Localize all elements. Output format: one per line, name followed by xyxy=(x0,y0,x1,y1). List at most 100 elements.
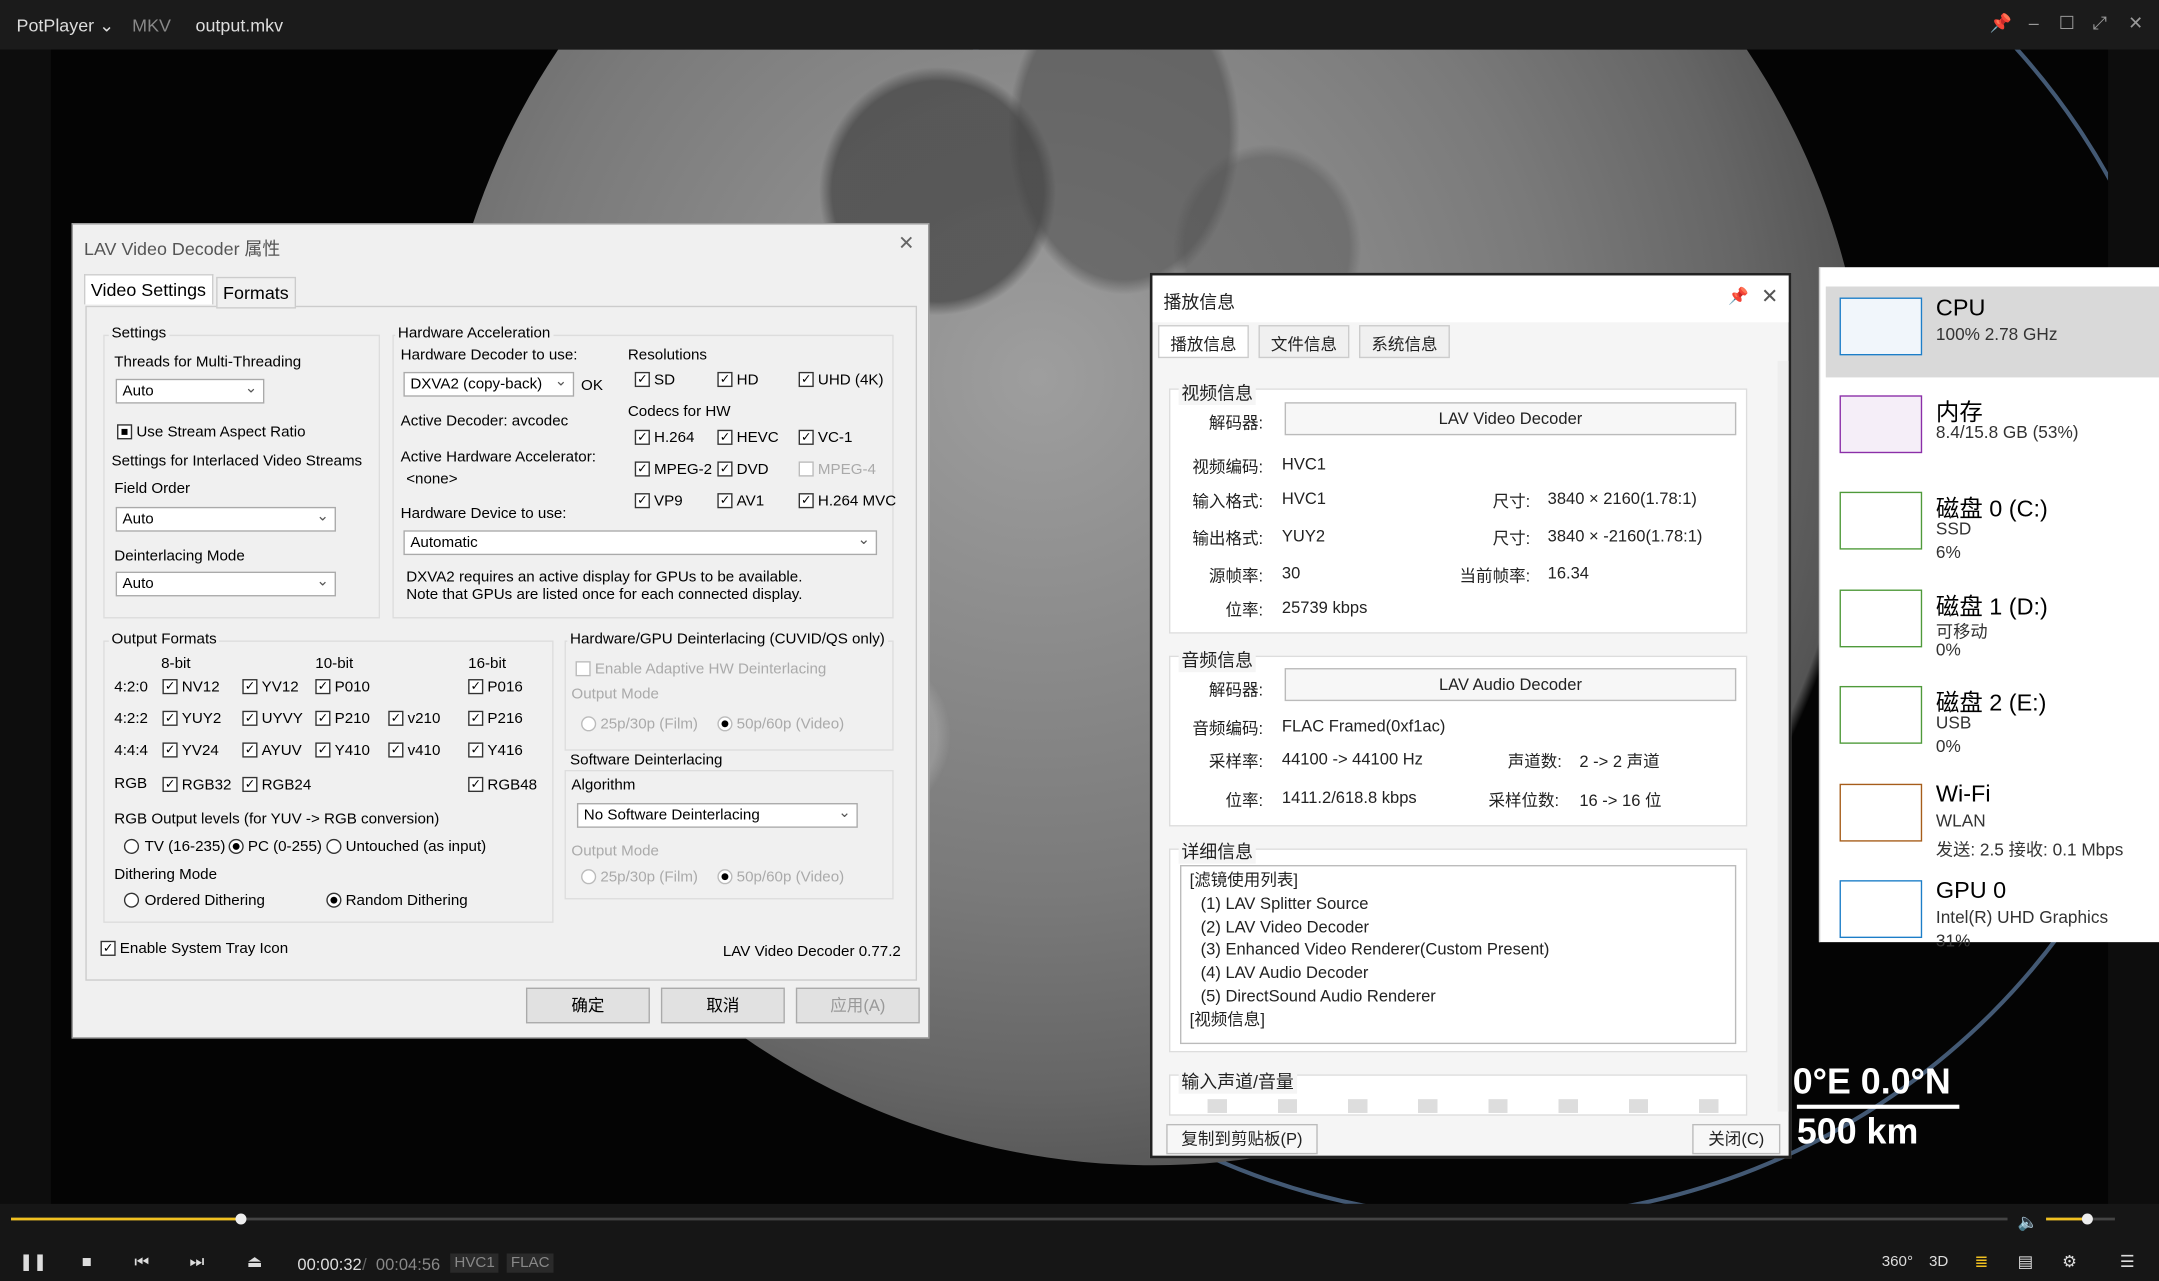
close-icon[interactable]: ✕ xyxy=(2123,12,2148,37)
fmt-yuy2-checkbox[interactable]: ✓ xyxy=(162,710,178,726)
3d-button[interactable]: 3D xyxy=(1925,1249,1953,1274)
tab-file-info[interactable]: 文件信息 xyxy=(1258,325,1350,359)
tab-system-info[interactable]: 系统信息 xyxy=(1359,325,1450,359)
threads-select[interactable]: Auto xyxy=(115,378,265,404)
audio-decoder-button[interactable]: LAV Audio Decoder xyxy=(1284,668,1737,702)
ok-button[interactable]: 确定 xyxy=(525,987,650,1024)
codec-av1-checkbox[interactable]: ✓ xyxy=(717,493,733,509)
eject-icon[interactable]: ⏏ xyxy=(242,1249,267,1274)
apply-button[interactable]: 应用(A) xyxy=(795,987,920,1024)
video-decoder-button[interactable]: LAV Video Decoder xyxy=(1284,402,1737,436)
gear-icon[interactable]: ⚙ xyxy=(2057,1249,2082,1274)
sw-film-radio[interactable] xyxy=(581,869,597,885)
next-icon[interactable]: ⏭ xyxy=(185,1249,210,1274)
codec-h264-checkbox[interactable]: ✓ xyxy=(634,429,650,445)
codec-mpeg4-checkbox[interactable] xyxy=(798,461,814,477)
algorithm-select[interactable]: No Software Deinterlacing xyxy=(576,803,858,828)
hw-ok-label: OK xyxy=(581,377,603,394)
360-button[interactable]: 360° xyxy=(1881,1249,1914,1274)
volume-icon[interactable]: 🔈 xyxy=(2016,1209,2041,1234)
fmt-v410-checkbox[interactable]: ✓ xyxy=(388,742,404,758)
perf-item[interactable]: Wi-Fi WLAN 发送: 2.5 接收: 0.1 Mbps xyxy=(1826,772,2159,863)
tray-icon-checkbox[interactable]: ✓ xyxy=(100,940,116,956)
stream-aspect-checkbox[interactable]: ■ xyxy=(117,424,133,440)
rgb-pc-radio[interactable] xyxy=(228,838,244,855)
menu-icon[interactable]: ☰ xyxy=(2115,1249,2140,1274)
volume-slider[interactable] xyxy=(2046,1213,2115,1225)
hw-decoder-select[interactable]: DXVA2 (copy-back) xyxy=(403,371,575,397)
minimize-icon[interactable]: – xyxy=(2021,12,2046,37)
perf-item[interactable]: 内存 8.4/15.8 GB (53%) xyxy=(1826,384,2159,475)
fmt-p016-checkbox[interactable]: ✓ xyxy=(468,679,484,695)
perf-name: 内存 xyxy=(1935,398,1983,425)
hw-video-radio[interactable] xyxy=(717,716,733,732)
codec-dvd-checkbox[interactable]: ✓ xyxy=(717,461,733,477)
fmt-nv12-checkbox[interactable]: ✓ xyxy=(162,679,178,695)
volume-handle[interactable] xyxy=(2081,1213,2093,1225)
rgb-untouched-radio[interactable] xyxy=(326,838,342,855)
close-button[interactable]: 关闭(C) xyxy=(1692,1123,1781,1155)
ordered-dither-radio[interactable] xyxy=(123,892,140,908)
fmt-p010-checkbox[interactable]: ✓ xyxy=(315,679,331,695)
fmt-yv12-checkbox[interactable]: ✓ xyxy=(242,679,258,695)
rgb-tv-radio[interactable] xyxy=(123,838,140,855)
perf-item[interactable]: GPU 0 Intel(R) UHD Graphics 31% xyxy=(1826,869,2159,960)
field-value: 2 -> 2 声道 xyxy=(1579,752,1660,772)
seek-bar[interactable] xyxy=(11,1213,2008,1225)
codec-mpeg2-checkbox[interactable]: ✓ xyxy=(634,461,650,477)
fmt-uyvy-checkbox[interactable]: ✓ xyxy=(242,710,258,726)
fmt-rgb48-checkbox[interactable]: ✓ xyxy=(468,776,484,793)
sw-video-radio[interactable] xyxy=(717,869,733,885)
fmt-rgb24-checkbox[interactable]: ✓ xyxy=(242,776,258,793)
perf-item[interactable]: 磁盘 2 (E:) USB 0% xyxy=(1826,675,2159,766)
random-dither-radio[interactable] xyxy=(326,892,342,908)
copy-clipboard-button[interactable]: 复制到剪贴板(P) xyxy=(1166,1123,1318,1155)
res-hd-checkbox[interactable]: ✓ xyxy=(717,371,733,388)
perf-item[interactable]: CPU 100% 2.78 GHz xyxy=(1825,286,2159,378)
app-menu-button[interactable]: PotPlayer ⌄ xyxy=(17,15,115,37)
codec-vp9-checkbox[interactable]: ✓ xyxy=(634,493,650,509)
fmt-v210-checkbox[interactable]: ✓ xyxy=(388,710,404,726)
hw-film-radio[interactable] xyxy=(581,716,597,732)
fmt-rgb32-checkbox[interactable]: ✓ xyxy=(162,776,178,793)
fmt-y416-checkbox[interactable]: ✓ xyxy=(468,742,484,758)
previous-icon[interactable]: ⏮ xyxy=(129,1249,154,1274)
chevron-down-icon: ⌄ xyxy=(99,15,115,36)
adaptive-hw-deint-checkbox[interactable] xyxy=(575,661,591,677)
fullscreen-icon[interactable]: ⤢ xyxy=(2087,12,2112,37)
deint-mode-select[interactable]: Auto xyxy=(115,571,336,597)
tab-playback-info[interactable]: 播放信息 xyxy=(1157,325,1249,359)
perf-graph xyxy=(1839,783,1923,841)
tab-formats[interactable]: Formats xyxy=(216,276,296,309)
tab-video-settings[interactable]: Video Settings xyxy=(83,274,213,305)
chapter-icon[interactable]: ▤ xyxy=(2013,1249,2038,1274)
stop-icon[interactable]: ■ xyxy=(74,1249,99,1274)
playlist-search-icon[interactable]: ≣ xyxy=(1969,1249,1994,1274)
scrollbar[interactable] xyxy=(1777,360,1789,1112)
close-icon[interactable]: ✕ xyxy=(898,231,914,254)
pin-icon[interactable]: 📌 xyxy=(1728,287,1749,306)
maximize-icon[interactable]: ☐ xyxy=(2054,12,2079,37)
fmt-yv24-checkbox[interactable]: ✓ xyxy=(162,742,178,758)
hw-device-select[interactable]: Automatic xyxy=(403,530,878,556)
perf-item[interactable]: 磁盘 1 (D:) 可移动 0% xyxy=(1826,578,2159,669)
pause-icon[interactable]: ❚❚ xyxy=(19,1249,47,1274)
codecs-label: Codecs for HW xyxy=(627,403,731,421)
cancel-button[interactable]: 取消 xyxy=(660,987,785,1024)
seek-handle[interactable] xyxy=(235,1213,247,1225)
codec-hevc-checkbox[interactable]: ✓ xyxy=(717,429,733,445)
codec-vc1-checkbox[interactable]: ✓ xyxy=(798,429,814,445)
pin-icon[interactable]: 📌 xyxy=(1988,12,2013,37)
codec-h264mvc-checkbox[interactable]: ✓ xyxy=(798,493,814,509)
fmt-ayuv-checkbox[interactable]: ✓ xyxy=(242,742,258,758)
close-icon[interactable]: ✕ xyxy=(1761,284,1778,308)
fmt-p216-checkbox[interactable]: ✓ xyxy=(468,710,484,726)
filter-list[interactable]: [滤镜使用列表] (1) LAV Splitter Source (2) LAV… xyxy=(1180,865,1737,1045)
field-order-select[interactable]: Auto xyxy=(115,506,336,532)
res-uhd-checkbox[interactable]: ✓ xyxy=(798,371,814,388)
coordinates-overlay: 0°E 0.0°N xyxy=(1792,1060,1951,1102)
fmt-y410-checkbox[interactable]: ✓ xyxy=(315,742,331,758)
res-sd-checkbox[interactable]: ✓ xyxy=(634,371,650,388)
fmt-p210-checkbox[interactable]: ✓ xyxy=(315,710,331,726)
perf-item[interactable]: 磁盘 0 (C:) SSD 6% xyxy=(1826,481,2159,572)
